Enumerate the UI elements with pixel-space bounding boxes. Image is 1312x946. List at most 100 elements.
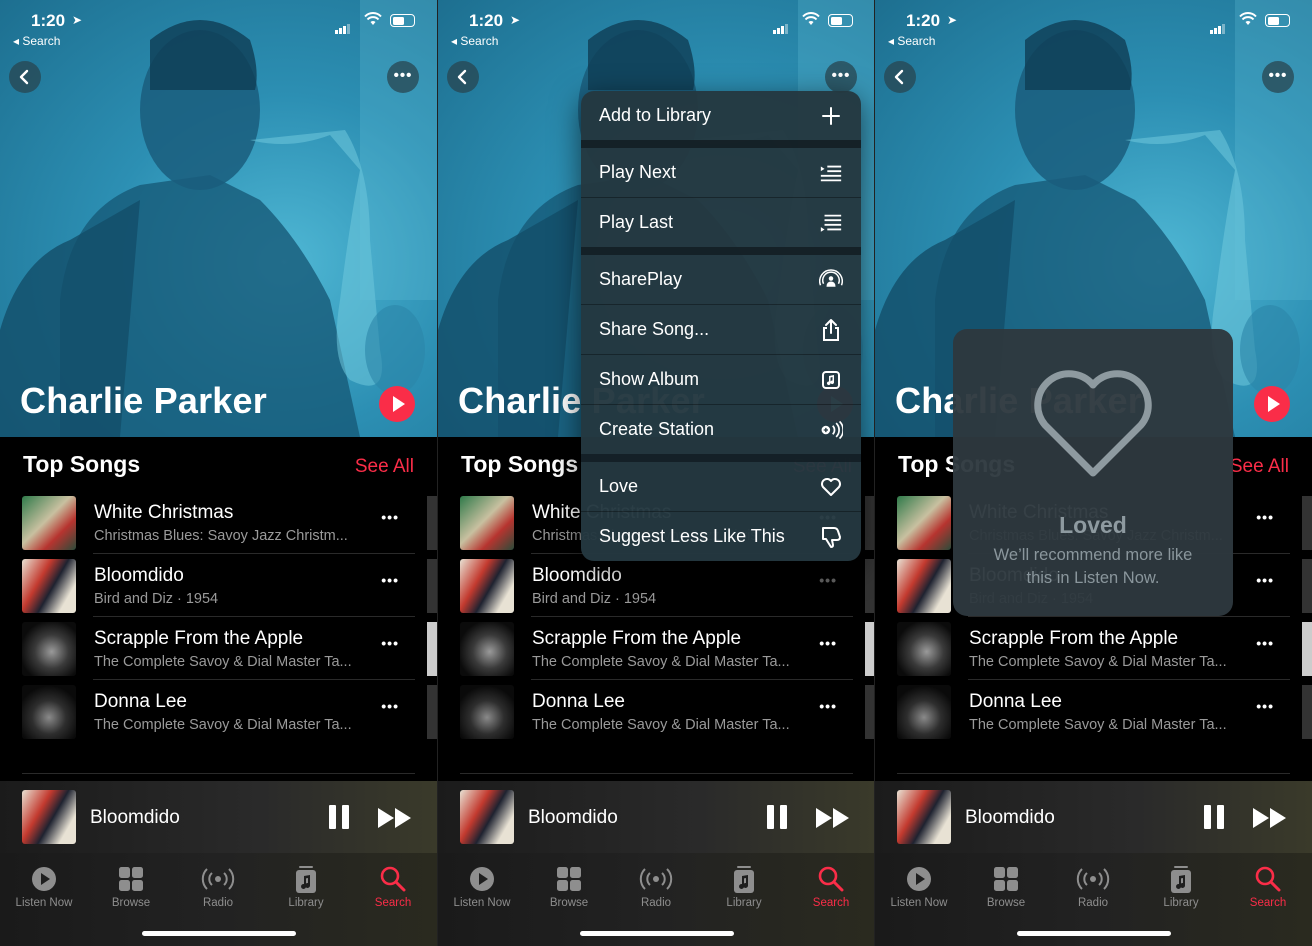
see-all-link[interactable]: See All bbox=[1230, 456, 1289, 478]
see-all-link[interactable]: See All bbox=[355, 456, 414, 478]
song-artwork bbox=[460, 685, 514, 739]
play-artist-button[interactable] bbox=[1254, 386, 1290, 422]
tab-library[interactable]: Library bbox=[266, 861, 346, 909]
tab-browse[interactable]: Browse bbox=[966, 861, 1046, 909]
song-row[interactable]: Scrapple From the Apple The Complete Savo… bbox=[875, 616, 1312, 679]
back-to-search-link[interactable]: ◂ Search bbox=[13, 34, 60, 48]
song-more-button[interactable]: ••• bbox=[1256, 698, 1274, 714]
fast-forward-button[interactable] bbox=[815, 807, 851, 834]
pause-button[interactable] bbox=[767, 805, 787, 829]
menu-item-create-station[interactable]: Create Station bbox=[581, 404, 861, 454]
artist-name: Charlie Parker bbox=[20, 380, 267, 421]
menu-item-share-song[interactable]: Share Song... bbox=[581, 304, 861, 354]
menu-item-play-last[interactable]: Play Last bbox=[581, 197, 861, 247]
song-more-button[interactable]: ••• bbox=[381, 509, 399, 525]
song-more-button[interactable]: ••• bbox=[819, 698, 837, 714]
more-options-button[interactable]: ••• bbox=[1262, 61, 1294, 93]
back-button[interactable] bbox=[9, 61, 41, 93]
tab-search[interactable]: Search bbox=[353, 861, 433, 909]
ellipsis-icon: ••• bbox=[393, 66, 413, 84]
song-row[interactable]: Scrapple From the Apple The Complete Savo… bbox=[438, 616, 875, 679]
song-artwork bbox=[22, 496, 76, 550]
song-more-button[interactable]: ••• bbox=[381, 572, 399, 588]
menu-item-shareplay[interactable]: SharePlay bbox=[581, 247, 861, 304]
song-row[interactable]: Bloomdido Bird and Diz · 1954 ••• bbox=[438, 553, 875, 616]
song-row[interactable]: Donna Lee The Complete Savoy & Dial Maste… bbox=[875, 679, 1312, 742]
tab-radio[interactable]: Radio bbox=[1053, 861, 1133, 909]
back-button[interactable] bbox=[884, 61, 916, 93]
tab-label: Radio bbox=[1077, 897, 1109, 909]
tab-library[interactable]: Library bbox=[704, 861, 784, 909]
wifi-icon bbox=[802, 12, 820, 30]
wifi-icon bbox=[1239, 12, 1257, 30]
tab-library[interactable]: Library bbox=[1141, 861, 1221, 909]
back-to-search-link[interactable]: ◂ Search bbox=[888, 34, 935, 48]
ellipsis-icon: ••• bbox=[1268, 66, 1288, 84]
album-icon bbox=[819, 368, 843, 392]
song-row[interactable]: Donna Lee The Complete Savoy & Dial Maste… bbox=[0, 679, 437, 742]
play-artist-button[interactable] bbox=[379, 386, 415, 422]
fast-forward-icon bbox=[1253, 808, 1286, 828]
song-more-button[interactable]: ••• bbox=[819, 635, 837, 651]
fast-forward-icon bbox=[378, 808, 411, 828]
song-artwork bbox=[897, 496, 951, 550]
menu-item-label: Show Album bbox=[599, 369, 700, 389]
more-options-button[interactable]: ••• bbox=[825, 61, 857, 93]
more-options-button[interactable]: ••• bbox=[387, 61, 419, 93]
song-more-button[interactable]: ••• bbox=[381, 698, 399, 714]
song-subtitle: The Complete Savoy & Dial Master Ta... bbox=[94, 717, 352, 733]
tab-label: Search bbox=[374, 897, 412, 909]
song-more-button[interactable]: ••• bbox=[1256, 509, 1274, 525]
tab-listen-now[interactable]: Listen Now bbox=[879, 861, 959, 909]
pause-button[interactable] bbox=[329, 805, 349, 829]
tab-label: Library bbox=[288, 897, 324, 909]
menu-item-label: Play Next bbox=[599, 162, 677, 182]
song-more-button[interactable]: ••• bbox=[1256, 635, 1274, 651]
menu-item-love[interactable]: Love bbox=[581, 454, 861, 511]
cellular-signal-icon bbox=[773, 16, 789, 34]
menu-item-add-to-library[interactable]: Add to Library bbox=[581, 91, 861, 140]
song-row[interactable]: Donna Lee The Complete Savoy & Dial Maste… bbox=[438, 679, 875, 742]
menu-item-show-album[interactable]: Show Album bbox=[581, 354, 861, 404]
cellular-signal-icon bbox=[1210, 16, 1226, 34]
back-button[interactable] bbox=[447, 61, 479, 93]
mini-player-artwork bbox=[22, 790, 76, 844]
radio-waves-icon bbox=[616, 861, 696, 897]
tab-radio[interactable]: Radio bbox=[616, 861, 696, 909]
tab-browse[interactable]: Browse bbox=[529, 861, 609, 909]
fast-forward-button[interactable] bbox=[377, 807, 413, 834]
song-more-button[interactable]: ••• bbox=[1256, 572, 1274, 588]
song-more-button[interactable]: ••• bbox=[819, 572, 837, 588]
play-icon bbox=[1268, 396, 1280, 412]
menu-item-play-next[interactable]: Play Next bbox=[581, 140, 861, 197]
tab-search[interactable]: Search bbox=[1228, 861, 1308, 909]
mini-player[interactable]: Bloomdido bbox=[875, 781, 1312, 853]
song-artwork bbox=[897, 622, 951, 676]
next-column-peek bbox=[427, 559, 437, 613]
tab-search[interactable]: Search bbox=[791, 861, 871, 909]
back-to-search-link[interactable]: ◂ Search bbox=[451, 34, 498, 48]
fast-forward-button[interactable] bbox=[1252, 807, 1288, 834]
tab-radio[interactable]: Radio bbox=[178, 861, 258, 909]
song-more-button[interactable]: ••• bbox=[381, 635, 399, 651]
mini-player[interactable]: Bloomdido bbox=[438, 781, 875, 853]
tab-label: Search bbox=[1249, 897, 1287, 909]
play-circle-icon bbox=[879, 861, 959, 897]
pause-button[interactable] bbox=[1204, 805, 1224, 829]
wifi-icon bbox=[364, 12, 382, 30]
chevron-left-icon bbox=[457, 69, 467, 85]
top-songs-list: White Christmas Christmas Blues: Savoy Ja… bbox=[0, 490, 437, 742]
song-artwork bbox=[897, 685, 951, 739]
search-icon bbox=[353, 861, 433, 897]
menu-item-suggest-less[interactable]: Suggest Less Like This bbox=[581, 511, 861, 561]
tab-browse[interactable]: Browse bbox=[91, 861, 171, 909]
ellipsis-icon: ••• bbox=[831, 66, 851, 84]
tab-listen-now[interactable]: Listen Now bbox=[4, 861, 84, 909]
song-row[interactable]: White Christmas Christmas Blues: Savoy Ja… bbox=[0, 490, 437, 553]
song-row[interactable]: Scrapple From the Apple The Complete Savo… bbox=[0, 616, 437, 679]
mini-player[interactable]: Bloomdido bbox=[0, 781, 437, 853]
menu-item-label: Suggest Less Like This bbox=[599, 526, 785, 546]
tab-listen-now[interactable]: Listen Now bbox=[442, 861, 522, 909]
row-separator bbox=[93, 679, 415, 680]
song-row[interactable]: Bloomdido Bird and Diz · 1954 ••• bbox=[0, 553, 437, 616]
